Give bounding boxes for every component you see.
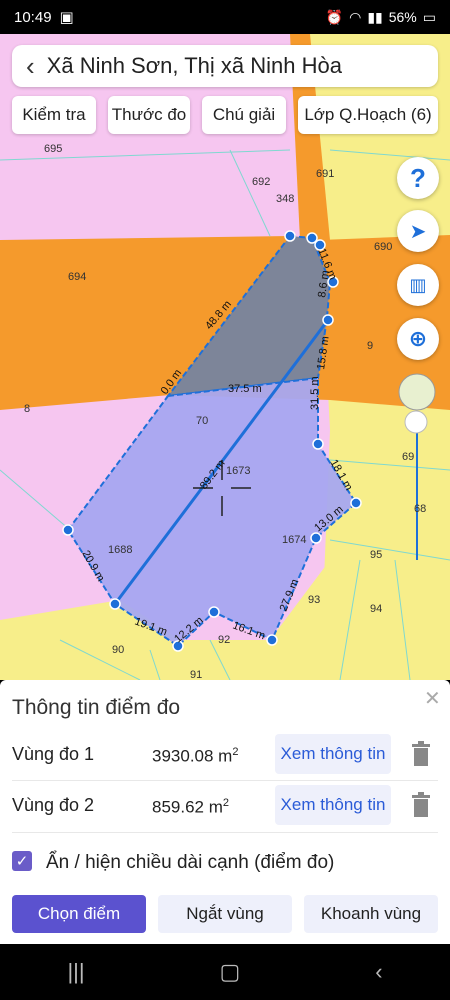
home-icon[interactable]: ▢ (220, 959, 241, 985)
region-1-info-button[interactable]: Xem thông tin (275, 734, 391, 774)
compass-icon: ➤ (409, 220, 427, 243)
parcel-label: 9 (367, 340, 373, 352)
system-nav-bar: ||| ▢ ‹ (0, 944, 450, 1000)
locate-button[interactable]: ⊕ (397, 318, 439, 360)
region-2-label: Vùng đo 2 (12, 795, 95, 815)
alarm-icon: ⏰ (325, 8, 344, 25)
parcel-label: 90 (112, 644, 124, 656)
parcel-label: 1674 (282, 534, 306, 546)
compass-button[interactable]: ➤ (397, 210, 439, 252)
gallery-icon: ▣ (59, 9, 74, 26)
region-2-area: 859.62 m2 (152, 797, 230, 817)
region-1-trash-icon[interactable] (410, 741, 432, 767)
barcode-button[interactable]: ▥ (397, 264, 439, 306)
planning-layer-button[interactable]: Lớp Q.Hoạch (6) (298, 96, 438, 134)
select-point-button[interactable]: Chọn điểm (12, 895, 146, 933)
panel-title: Thông tin điểm đo (12, 696, 181, 719)
parcel-label: 691 (316, 168, 334, 180)
parcel-label: 69 (402, 451, 414, 463)
back-arrow-icon[interactable]: ‹ (26, 53, 35, 79)
crosshair-target-icon: ⊕ (408, 326, 428, 351)
status-indicators: ⏰ ◠ ▮▮ 56% ▭ (326, 9, 436, 26)
show-edge-length-checkbox[interactable]: ✓ (12, 851, 32, 871)
status-bar: 10:49 ▣ ⏰ ◠ ▮▮ 56% ▭ (0, 0, 450, 34)
check-button[interactable]: Kiểm tra (12, 96, 96, 134)
parcel-label: 68 (414, 503, 426, 515)
show-edge-length-label: Ẩn / hiện chiều dài cạnh (điểm đo) (46, 852, 335, 873)
parcel-label: 692 (252, 176, 270, 188)
edge-label: 31.5 m (309, 376, 321, 410)
help-button[interactable]: ? (397, 157, 439, 199)
zoom-map-icon[interactable] (398, 373, 436, 411)
parcel-label: 695 (44, 143, 62, 155)
back-icon[interactable]: ‹ (375, 959, 382, 985)
zoom-handle[interactable] (404, 410, 428, 434)
check-icon: ✓ (15, 853, 29, 870)
status-time: 10:49 (14, 8, 52, 26)
enclose-region-button[interactable]: Khoanh vùng (304, 895, 438, 933)
ruler-button[interactable]: Thước đo (108, 96, 190, 134)
recent-apps-icon[interactable]: ||| (67, 959, 84, 985)
location-header: ‹ Xã Ninh Sơn, Thị xã Ninh Hòa (12, 45, 438, 87)
parcel-label: 94 (370, 603, 382, 615)
parcel-label: 8 (24, 403, 30, 415)
battery-level: 56% (388, 9, 417, 25)
parcel-label: 1673 (226, 465, 250, 477)
page-title: Xã Ninh Sơn, Thị xã Ninh Hòa (46, 53, 342, 78)
region-2-trash-icon[interactable] (410, 792, 432, 818)
legend-button[interactable]: Chú giải (202, 96, 286, 134)
help-icon: ? (410, 162, 426, 193)
parcel-label: 93 (308, 594, 320, 606)
parcel-label: 690 (374, 241, 392, 253)
region-1-label: Vùng đo 1 (12, 744, 95, 764)
parcel-label: 1688 (108, 544, 132, 556)
wifi-icon: ◠ (349, 8, 362, 25)
parcel-label: 92 (218, 634, 230, 646)
signal-icon: ▮▮ (367, 8, 383, 25)
parcel-label: 91 (190, 669, 202, 680)
battery-icon: ▭ (422, 8, 436, 25)
close-icon[interactable]: ✕ (424, 686, 441, 711)
divider (12, 832, 438, 833)
parcel-label: 348 (276, 193, 294, 205)
parcel-label: 70 (196, 415, 208, 427)
barcode-icon: ▥ (409, 274, 427, 295)
region-1-area: 3930.08 m2 (152, 746, 239, 766)
parcel-label: 694 (68, 271, 86, 283)
break-region-button[interactable]: Ngắt vùng (158, 895, 292, 933)
region-2-info-button[interactable]: Xem thông tin (275, 785, 391, 825)
edge-label: 37.5 m (228, 383, 262, 395)
divider (12, 780, 438, 781)
parcel-label: 95 (370, 549, 382, 561)
